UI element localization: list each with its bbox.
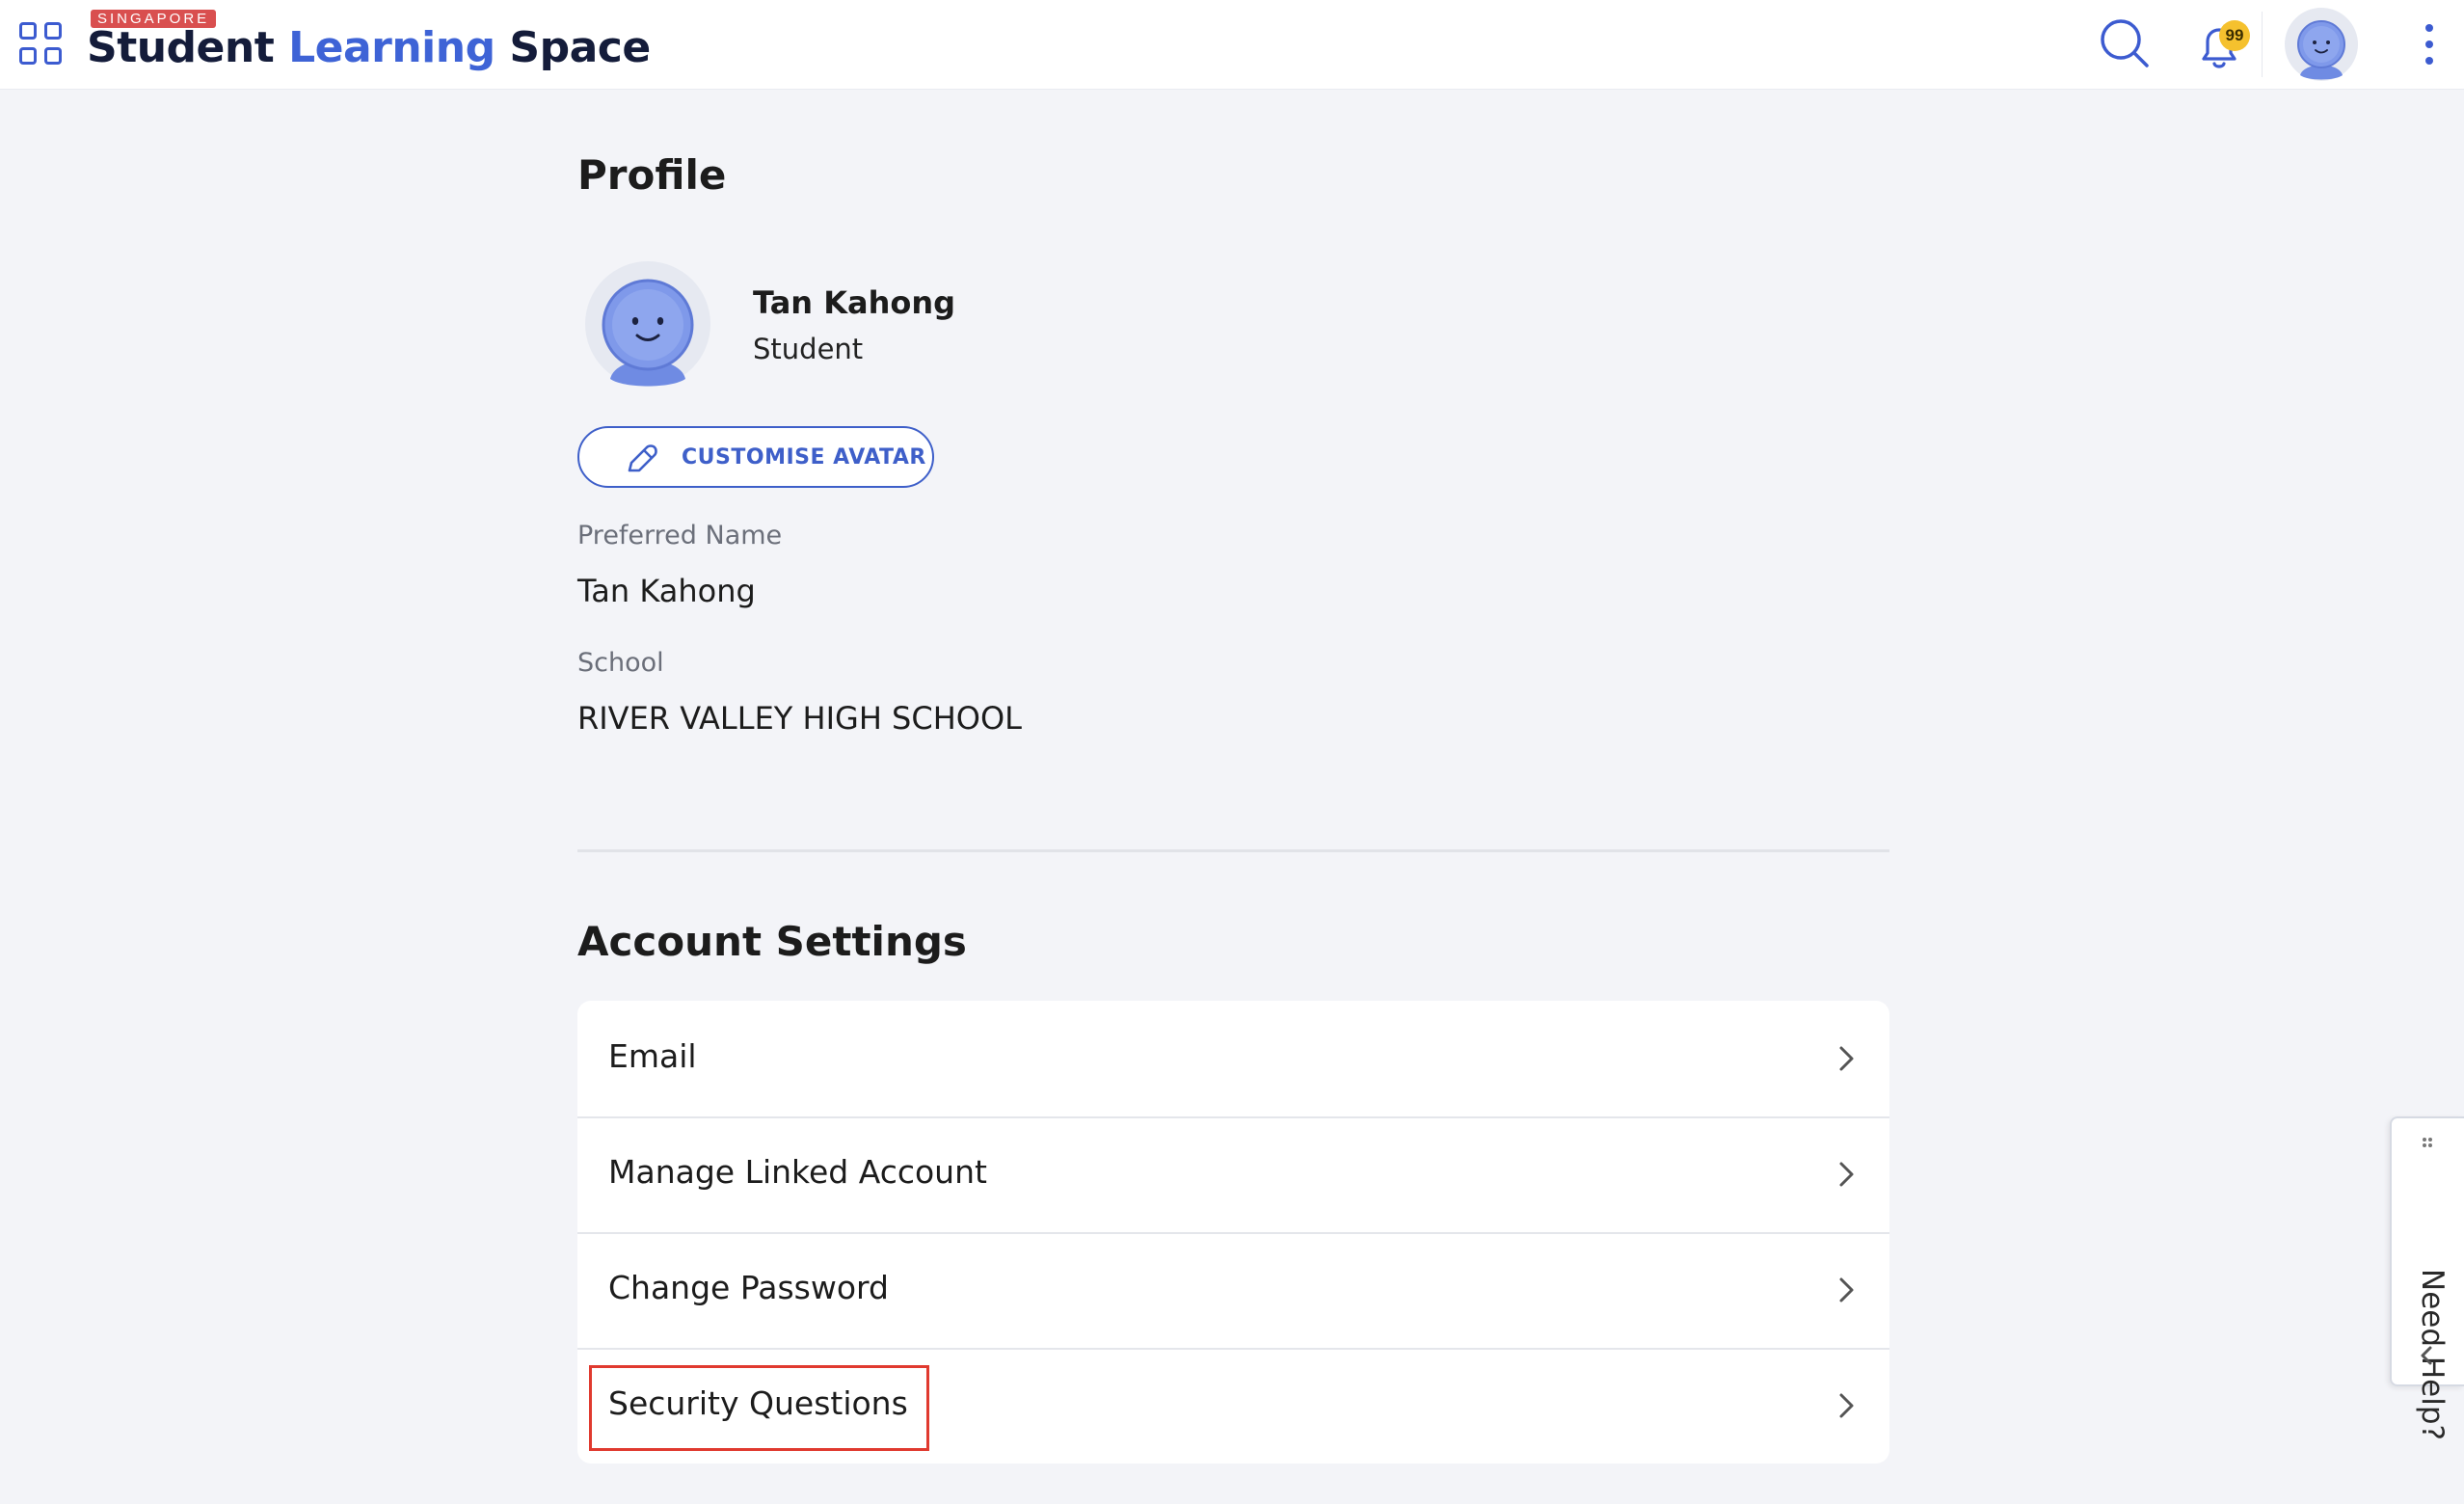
preferred-name-value: Tan Kahong [577,573,756,609]
setting-row-manage-linked-account[interactable]: Manage Linked Account [577,1116,1889,1232]
customise-avatar-button[interactable]: CUSTOMISE AVATAR [577,426,934,488]
setting-row-security-questions[interactable]: Security Questions [577,1348,1889,1464]
setting-row-email[interactable]: Email [577,1001,1889,1116]
preferred-name-label: Preferred Name [577,521,783,551]
avatar-icon[interactable] [2285,8,2358,81]
logo-wordmark: Student Learning Space [87,23,651,72]
site-logo[interactable]: SINGAPORE Student Learning Space [87,8,651,77]
profile-name: Tan Kahong [753,284,956,321]
kebab-menu-icon[interactable] [2410,17,2449,71]
school-label: School [577,648,664,678]
top-bar: SINGAPORE Student Learning Space 99 [0,0,2464,90]
logo-word-student: Student [87,23,275,72]
account-settings-list: Email Manage Linked Account Change Passw… [577,1001,1889,1464]
notification-count-badge: 99 [2219,20,2250,51]
setting-label-change-password: Change Password [608,1269,889,1306]
search-icon[interactable] [2098,16,2152,70]
school-value: RIVER VALLEY HIGH SCHOOL [577,700,1022,737]
need-help-tab[interactable]: Need Help? [2390,1116,2464,1440]
profile-role: Student [753,333,864,365]
customise-avatar-label: CUSTOMISE AVATAR [682,445,926,470]
chevron-right-icon [1839,1162,1854,1187]
header-divider [2262,12,2263,77]
setting-label-email: Email [608,1037,697,1075]
apps-grid-icon[interactable] [17,20,64,67]
drag-handle-icon[interactable] [2421,1136,2434,1155]
chevron-left-icon[interactable] [2413,1342,2440,1369]
setting-row-change-password[interactable]: Change Password [577,1232,1889,1348]
need-help-label: Need Help? [2415,1269,2450,1440]
row-divider [577,1232,1889,1234]
notifications-button[interactable]: 99 [2190,16,2250,74]
profile-avatar [585,261,710,387]
row-divider [577,1116,1889,1118]
chevron-right-icon [1839,1393,1854,1418]
profile-heading: Profile [577,151,727,199]
setting-label-security-questions: Security Questions [608,1384,908,1422]
pencil-icon [628,444,657,472]
chevron-right-icon [1839,1277,1854,1303]
section-divider [577,849,1889,852]
logo-word-space: Space [509,23,651,72]
logo-word-learning: Learning [288,23,495,72]
setting-label-manage-linked-account: Manage Linked Account [608,1153,987,1191]
row-divider [577,1348,1889,1350]
account-settings-heading: Account Settings [577,918,967,965]
chevron-right-icon [1839,1046,1854,1071]
